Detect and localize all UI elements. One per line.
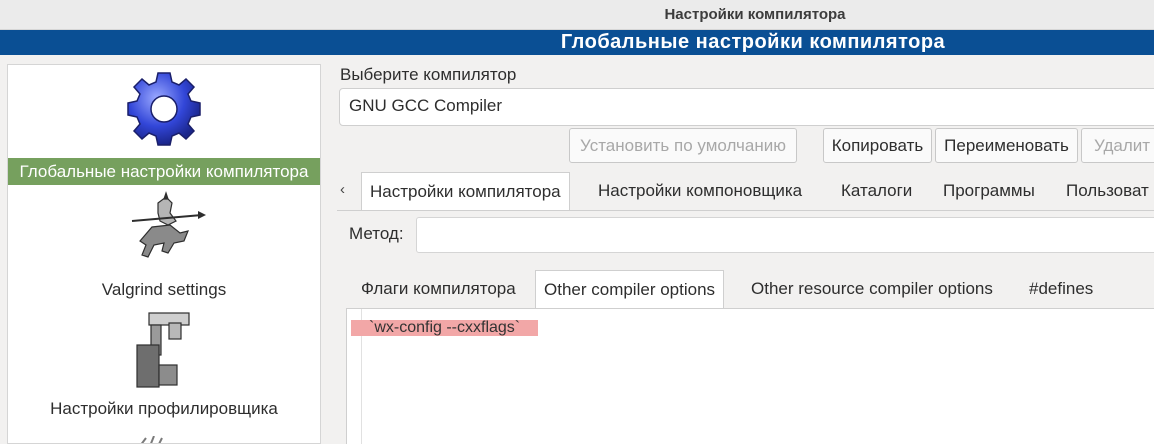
partial-icon <box>141 436 163 443</box>
tab-compiler-flags[interactable]: Флаги компилятора <box>361 270 516 308</box>
sidebar: Глобальные настройки компилятора Valgrin… <box>7 64 321 444</box>
method-label: Метод: <box>349 224 404 243</box>
set-default-button[interactable]: Установить по умолчанию <box>569 128 797 163</box>
compiler-select-value: GNU GCC Compiler <box>349 96 503 115</box>
tab-custom[interactable]: Пользоват <box>1066 172 1149 210</box>
tab-compiler-settings[interactable]: Настройки компилятора <box>361 172 570 211</box>
tab-directories[interactable]: Каталоги <box>841 172 912 210</box>
valgrind-knight-icon <box>131 191 206 258</box>
editor-highlighted-line: `wx-config --cxxflags` <box>351 320 539 336</box>
sidebar-item-global-compiler[interactable]: Глобальные настройки компилятора <box>8 65 320 187</box>
method-select[interactable] <box>416 217 1154 253</box>
tab-programs[interactable]: Программы <box>943 172 1035 210</box>
sidebar-item-label: Valgrind settings <box>101 280 227 299</box>
chevron-left-icon[interactable]: ‹ <box>340 172 345 208</box>
sidebar-item-valgrind[interactable]: Valgrind settings <box>8 187 320 305</box>
tab-defines[interactable]: #defines <box>1029 270 1093 308</box>
window-title: Настройки компилятора <box>664 6 846 23</box>
tab-other-resource-compiler-options[interactable]: Other resource compiler options <box>751 270 993 308</box>
banner-title: Глобальные настройки компилятора <box>560 31 946 53</box>
select-compiler-label: Выберите компилятор <box>340 65 517 84</box>
compiler-settings-tabs: ‹ Настройки компилятора Настройки компон… <box>337 172 1154 212</box>
rename-button[interactable]: Переименовать <box>935 128 1078 163</box>
gear-icon <box>127 72 201 146</box>
caliper-icon <box>136 312 190 388</box>
compiler-select[interactable]: GNU GCC Compiler <box>339 88 1154 126</box>
sidebar-item-label: Глобальные настройки компилятора <box>8 158 320 185</box>
sidebar-item-label: Настройки профилировщика <box>50 399 278 418</box>
page-banner: Глобальные настройки компилятора <box>0 30 1154 55</box>
compiler-options-editor[interactable]: `wx-config --cxxflags` <box>346 308 1154 444</box>
delete-button[interactable]: Удалит <box>1081 128 1154 163</box>
sidebar-item-profiler[interactable]: Настройки профилировщика <box>8 305 320 423</box>
copy-button[interactable]: Копировать <box>823 128 932 163</box>
tab-linker-settings[interactable]: Настройки компоновщика <box>598 172 802 210</box>
tab-other-compiler-options[interactable]: Other compiler options <box>535 270 725 309</box>
window-titlebar: Настройки компилятора <box>0 0 1154 30</box>
